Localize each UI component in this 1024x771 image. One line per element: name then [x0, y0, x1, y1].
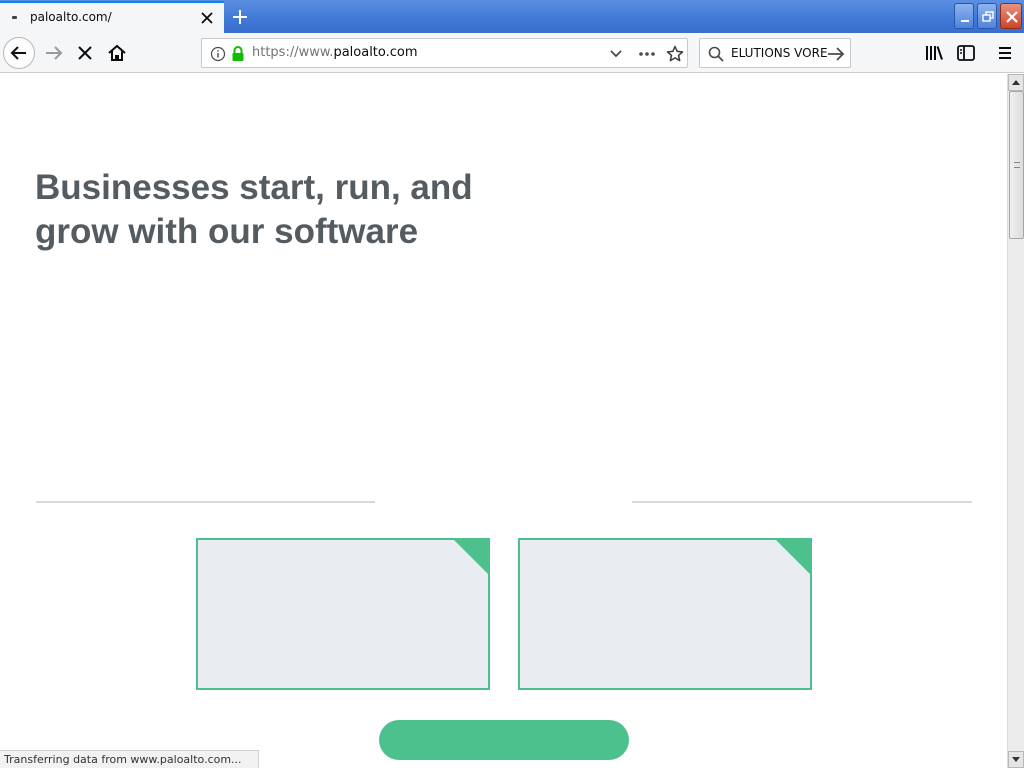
hamburger-menu-icon[interactable]: [993, 41, 1017, 65]
close-window-button[interactable]: [1000, 3, 1022, 29]
back-button[interactable]: [3, 37, 35, 69]
scroll-down-arrow-icon: [1012, 757, 1020, 762]
restore-icon: [982, 11, 994, 22]
search-input[interactable]: ELUTIONS VORE: [731, 46, 828, 60]
navigation-toolbar: https://www.paloalto.com ELUTIONS VORE: [0, 33, 1024, 73]
card-corner-accent: [453, 540, 488, 575]
star-icon[interactable]: [665, 44, 685, 64]
search-icon: [708, 46, 724, 62]
url-text[interactable]: https://www.paloalto.com: [252, 45, 418, 60]
scroll-up-arrow-icon: [1012, 80, 1020, 85]
tab-strip: paloalto.com/: [0, 0, 1024, 33]
library-icon[interactable]: [922, 41, 946, 65]
feature-card[interactable]: [196, 538, 490, 690]
forward-arrow-icon: [46, 46, 63, 60]
search-bar[interactable]: ELUTIONS VORE: [699, 38, 851, 68]
scroll-thumb[interactable]: [1009, 91, 1024, 239]
go-arrow-icon[interactable]: [826, 45, 846, 63]
scroll-down-button[interactable]: [1008, 751, 1024, 768]
page-viewport: Businesses start, run, and grow with our…: [0, 74, 1007, 768]
stop-icon: [78, 46, 92, 60]
sidebar-icon[interactable]: [954, 41, 978, 65]
tab-title: paloalto.com/: [30, 10, 112, 24]
info-icon[interactable]: [210, 46, 226, 62]
feature-card[interactable]: [518, 538, 812, 690]
browser-tab[interactable]: paloalto.com/: [0, 1, 224, 33]
chevron-down-icon[interactable]: [608, 46, 624, 62]
url-scheme: https://www.: [252, 45, 334, 60]
grip-icon: [1014, 162, 1020, 168]
url-host: paloalto.com: [333, 45, 418, 60]
forward-button[interactable]: [38, 37, 70, 69]
url-bar[interactable]: https://www.paloalto.com: [201, 38, 688, 68]
restore-button[interactable]: [977, 3, 997, 29]
close-tab-icon[interactable]: [198, 9, 216, 27]
hero-heading: Businesses start, run, and grow with our…: [35, 166, 535, 254]
minimize-button[interactable]: [954, 3, 974, 29]
new-tab-icon[interactable]: [229, 6, 251, 28]
hero-heading-line-1: Businesses start, run, and: [35, 168, 473, 207]
scroll-up-button[interactable]: [1008, 74, 1024, 91]
home-icon: [108, 44, 126, 61]
card-corner-accent: [775, 540, 810, 575]
favicon-icon: [12, 16, 17, 19]
status-panel: Transferring data from www.paloalto.com.…: [0, 750, 259, 768]
minimize-icon: [961, 20, 969, 22]
hero-heading-line-2: grow with our software: [35, 212, 419, 251]
cta-button[interactable]: [379, 720, 629, 760]
more-icon[interactable]: [637, 46, 657, 62]
vertical-scrollbar[interactable]: [1007, 74, 1024, 768]
stop-button[interactable]: [69, 37, 101, 69]
lock-icon[interactable]: [230, 45, 246, 63]
close-icon: [1006, 11, 1018, 23]
home-button[interactable]: [101, 37, 133, 69]
back-arrow-icon: [10, 46, 26, 60]
section-divider-left: [36, 501, 375, 503]
section-divider-right: [632, 501, 972, 503]
